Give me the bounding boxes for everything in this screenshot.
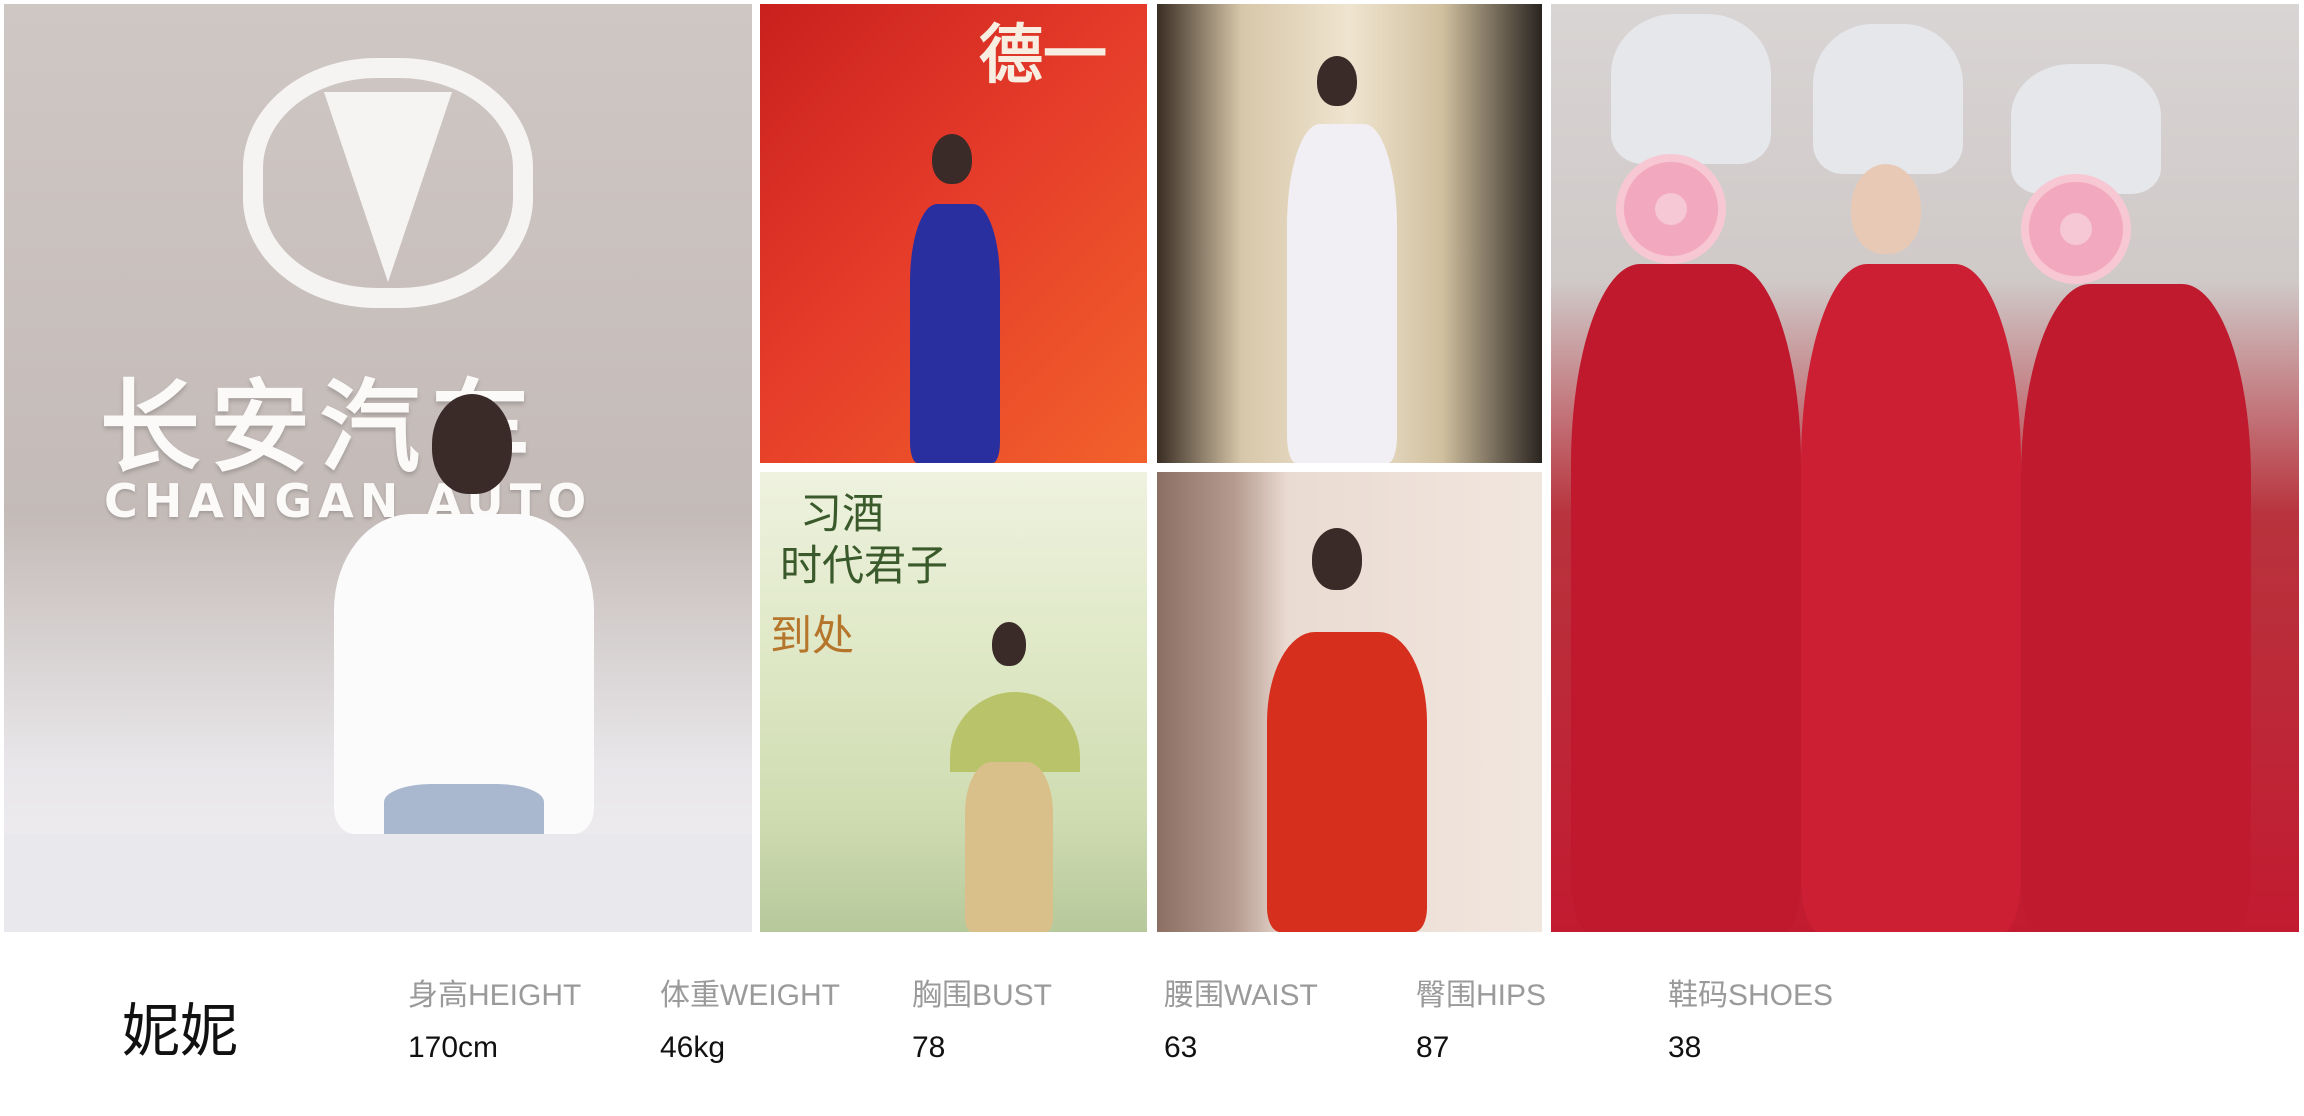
costume-red-skirt [1801,264,2021,932]
flower-sticker-icon [1616,154,1726,264]
folding-fan [950,692,1080,772]
stat-waist: 腰围WAIST 63 [1164,976,1404,1068]
model-head [932,134,972,184]
backdrop-text: 德一 [979,18,1107,93]
photo-qipao-fan: 习酒 时代君子 到处 [760,472,1147,932]
silver-headdress [1611,14,1771,164]
changan-logo-v-shape [324,92,452,282]
stat-label: 身高HEIGHT [408,979,582,1012]
stat-weight: 体重WEIGHT 46kg [660,976,900,1068]
stat-hips: 臀围HIPS 87 [1416,976,1656,1068]
stat-bust: 胸围BUST 78 [912,976,1152,1068]
model-head [992,622,1026,666]
model-head [432,394,512,494]
photo-showroom: 长安汽车 CHANGAN AUTO [4,4,752,932]
costume-red-skirt [1571,264,1801,932]
model-head [1312,528,1362,590]
stat-label: 腰围WAIST [1164,979,1318,1012]
stat-value: 87 [1416,1031,1450,1064]
backdrop-text-2: 时代君子 [780,541,949,590]
stat-height: 身高HEIGHT 170cm [408,976,648,1068]
stat-value: 38 [1668,1031,1702,1064]
brand-name-zh: 长安汽车 [100,369,540,486]
model-qipao [965,762,1053,932]
flower-sticker-icon [2021,174,2131,284]
model-head [1317,56,1357,106]
stat-value: 63 [1164,1031,1198,1064]
reception-desk [4,834,752,932]
stat-label: 臀围HIPS [1416,979,1547,1012]
photo-white-gown [1157,4,1542,463]
stat-label: 胸围BUST [912,979,1053,1012]
model-white-gown [1287,124,1397,463]
silver-headdress [1813,24,1963,174]
model-name: 妮妮 [122,997,239,1065]
stat-value: 78 [912,1031,946,1064]
stat-label: 体重WEIGHT [660,979,840,1012]
model-blue-gown [910,204,1000,463]
photo-red-qipao [1157,472,1542,932]
stat-label: 鞋码SHOES [1668,979,1834,1012]
costume-red-skirt [2021,284,2251,932]
model-red-qipao [1267,632,1427,932]
stat-value: 170cm [408,1031,499,1064]
photo-blue-gown: 德一 [760,4,1147,463]
stat-value: 46kg [660,1031,726,1064]
stat-shoes: 鞋码SHOES 38 [1668,976,1908,1068]
model-face [1851,164,1921,254]
photo-miao-costumes [1551,4,2299,932]
backdrop-text-3: 到处 [770,611,855,660]
